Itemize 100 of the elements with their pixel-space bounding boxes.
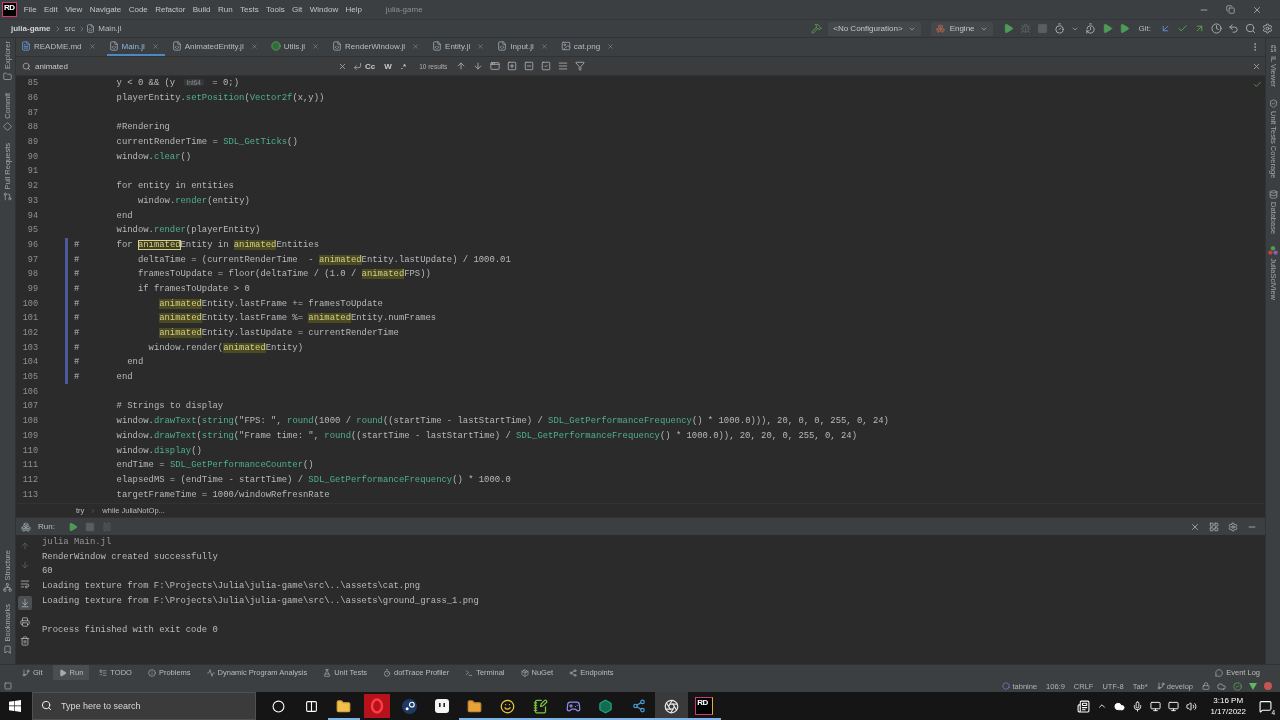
editor-tab[interactable]: RenderWindow.jl — [330, 38, 426, 56]
timer-icon[interactable] — [1084, 23, 1096, 34]
breadcrumb-item[interactable]: Main.jl — [95, 24, 125, 33]
close-icon[interactable] — [1252, 61, 1261, 71]
lines-icon[interactable] — [558, 61, 569, 71]
newline-icon[interactable] — [353, 61, 362, 71]
menu-item[interactable]: Tests — [236, 5, 263, 14]
check-square-icon[interactable] — [541, 61, 552, 71]
play-icon[interactable] — [67, 521, 78, 532]
play-icon[interactable] — [1118, 23, 1130, 34]
settings-icon[interactable] — [1262, 23, 1273, 34]
close-icon[interactable] — [607, 42, 615, 50]
network-icon[interactable] — [1168, 700, 1180, 712]
close-icon[interactable] — [88, 42, 96, 50]
app-logo[interactable]: RD — [695, 697, 714, 715]
menu-item[interactable]: Run — [214, 5, 237, 14]
gamepad-icon[interactable] — [565, 698, 581, 714]
option-toggle[interactable]: Cc — [362, 61, 379, 71]
configuration-dropdown[interactable]: <No Configuration> — [828, 21, 921, 36]
line-number: 112 — [21, 474, 38, 485]
face-icon[interactable] — [435, 699, 450, 713]
lock-icon[interactable] — [1202, 682, 1210, 690]
folder-icon[interactable] — [336, 698, 352, 714]
arrow-up-icon[interactable] — [456, 61, 467, 71]
arrow-icon[interactable] — [1160, 23, 1171, 34]
check-icon[interactable] — [1177, 23, 1188, 34]
clock-icon[interactable] — [1211, 23, 1222, 34]
cloud-icon[interactable] — [1114, 700, 1126, 712]
menu-item[interactable]: View — [61, 5, 86, 14]
menu-item[interactable]: Build — [189, 5, 215, 14]
task-view-icon[interactable] — [304, 699, 318, 713]
breadcrumb-item[interactable]: julia-game — [8, 24, 54, 33]
play-icon[interactable] — [1002, 23, 1014, 34]
breadcrumb-item[interactable]: src — [61, 24, 79, 33]
microphone-icon[interactable] — [1132, 700, 1144, 712]
check-circle-icon[interactable] — [1233, 681, 1242, 691]
menu-item[interactable]: Edit — [40, 5, 62, 14]
option-toggle[interactable]: W — [381, 61, 395, 71]
layout-icon[interactable] — [1209, 521, 1219, 532]
editor-tab[interactable]: AnimatedEntity.jl — [169, 38, 264, 56]
triangle-icon[interactable] — [1249, 682, 1257, 690]
editor-tab[interactable]: Entity.jl — [430, 38, 491, 56]
console-line: Loading texture from F:\Projects\Julia\julia-game\src\..\assets\cat.png — [42, 580, 421, 594]
menu-item[interactable]: Window — [306, 5, 342, 14]
menu-item[interactable]: File — [20, 5, 41, 14]
editor-tab[interactable]: Input.jl — [495, 38, 554, 56]
notepad-icon[interactable] — [532, 698, 548, 714]
document-icon — [21, 41, 31, 51]
close-icon[interactable] — [312, 42, 320, 50]
undo-icon[interactable] — [1228, 23, 1239, 34]
clear-icon[interactable] — [338, 61, 347, 71]
option-toggle[interactable]: .* — [397, 61, 410, 71]
play-icon[interactable] — [1101, 23, 1113, 34]
square-icon[interactable] — [4, 682, 12, 690]
menu-item[interactable]: Tools — [262, 5, 289, 14]
menu-item[interactable]: Git — [288, 5, 307, 14]
timer-icon[interactable] — [1053, 23, 1065, 34]
settings-icon[interactable] — [1228, 521, 1238, 532]
close-icon[interactable] — [412, 42, 420, 50]
close-icon[interactable] — [250, 42, 258, 50]
aperture-icon[interactable] — [663, 698, 679, 714]
menu-item[interactable]: Refactor — [151, 5, 190, 14]
disc-icon[interactable] — [401, 698, 417, 714]
editor-tab[interactable]: README.md — [19, 38, 102, 56]
smiley-icon[interactable] — [500, 698, 516, 714]
dot-icon[interactable] — [1264, 682, 1272, 690]
taskbar-button[interactable]: RD — [687, 692, 721, 720]
menu-item[interactable]: Code — [124, 5, 152, 14]
notification-icon[interactable] — [1259, 699, 1272, 713]
close-icon[interactable] — [1190, 521, 1200, 532]
line-number: 86 — [26, 93, 38, 104]
close-icon[interactable] — [540, 42, 548, 50]
hammer-icon[interactable] — [811, 23, 823, 34]
folder-icon[interactable] — [467, 698, 483, 714]
editor-tab[interactable]: cat.png — [558, 38, 621, 56]
nodes-icon[interactable] — [631, 699, 646, 713]
close-icon[interactable] — [151, 42, 159, 50]
hexagon-icon[interactable] — [598, 698, 614, 714]
arrow-down-icon[interactable] — [473, 61, 484, 71]
volume-icon[interactable] — [1186, 700, 1198, 712]
filter-icon[interactable] — [575, 61, 586, 71]
circle-icon[interactable] — [271, 699, 285, 713]
monitor-icon[interactable] — [1150, 700, 1162, 712]
news-icon[interactable] — [1077, 699, 1091, 713]
close-icon[interactable] — [477, 42, 485, 50]
window-icon[interactable] — [490, 61, 501, 71]
close-icon[interactable] — [1252, 4, 1262, 15]
restore-icon[interactable] — [1226, 5, 1235, 14]
plus-square-icon[interactable] — [507, 61, 518, 71]
editor-tab[interactable]: Utils.jl — [268, 38, 326, 56]
taskbar-button[interactable] — [655, 692, 688, 720]
search-icon[interactable] — [1245, 23, 1256, 34]
search-field[interactable]: animated — [35, 60, 325, 72]
arrow-icon[interactable] — [1194, 23, 1205, 34]
minus-square-icon[interactable] — [524, 61, 535, 71]
menu-item[interactable]: Navigate — [86, 5, 125, 14]
menu-item[interactable]: Help — [341, 5, 366, 14]
project-dropdown[interactable]: Engine — [930, 21, 993, 36]
search-box[interactable]: Type here to search — [32, 692, 256, 720]
chevron-up-icon[interactable] — [1097, 701, 1108, 711]
